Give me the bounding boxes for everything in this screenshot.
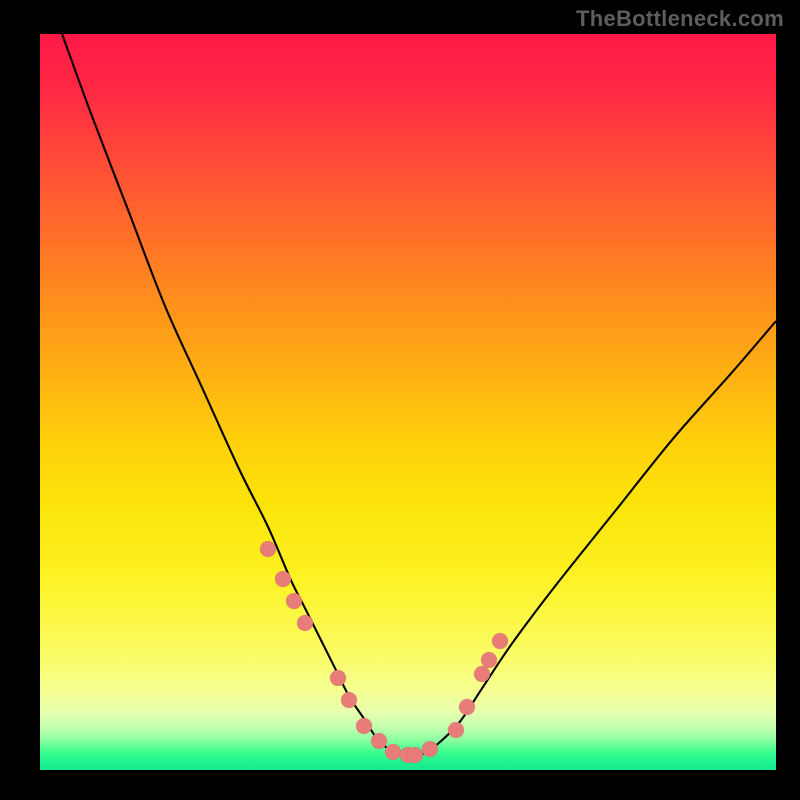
data-marker: [275, 571, 291, 587]
data-marker: [341, 692, 357, 708]
data-marker: [385, 744, 401, 760]
data-marker: [356, 718, 372, 734]
curve-svg: [40, 34, 776, 770]
data-marker: [286, 593, 302, 609]
chart-frame: TheBottleneck.com: [0, 0, 800, 800]
data-marker: [407, 747, 423, 763]
data-marker: [260, 541, 276, 557]
data-marker: [474, 666, 490, 682]
data-marker: [330, 670, 346, 686]
curve-path: [62, 34, 776, 755]
data-marker: [422, 741, 438, 757]
data-marker: [297, 615, 313, 631]
data-marker: [481, 652, 497, 668]
data-marker: [371, 733, 387, 749]
data-marker: [459, 699, 475, 715]
watermark-text: TheBottleneck.com: [576, 6, 784, 32]
data-marker: [492, 633, 508, 649]
plot-area: [40, 34, 776, 770]
data-marker: [448, 722, 464, 738]
